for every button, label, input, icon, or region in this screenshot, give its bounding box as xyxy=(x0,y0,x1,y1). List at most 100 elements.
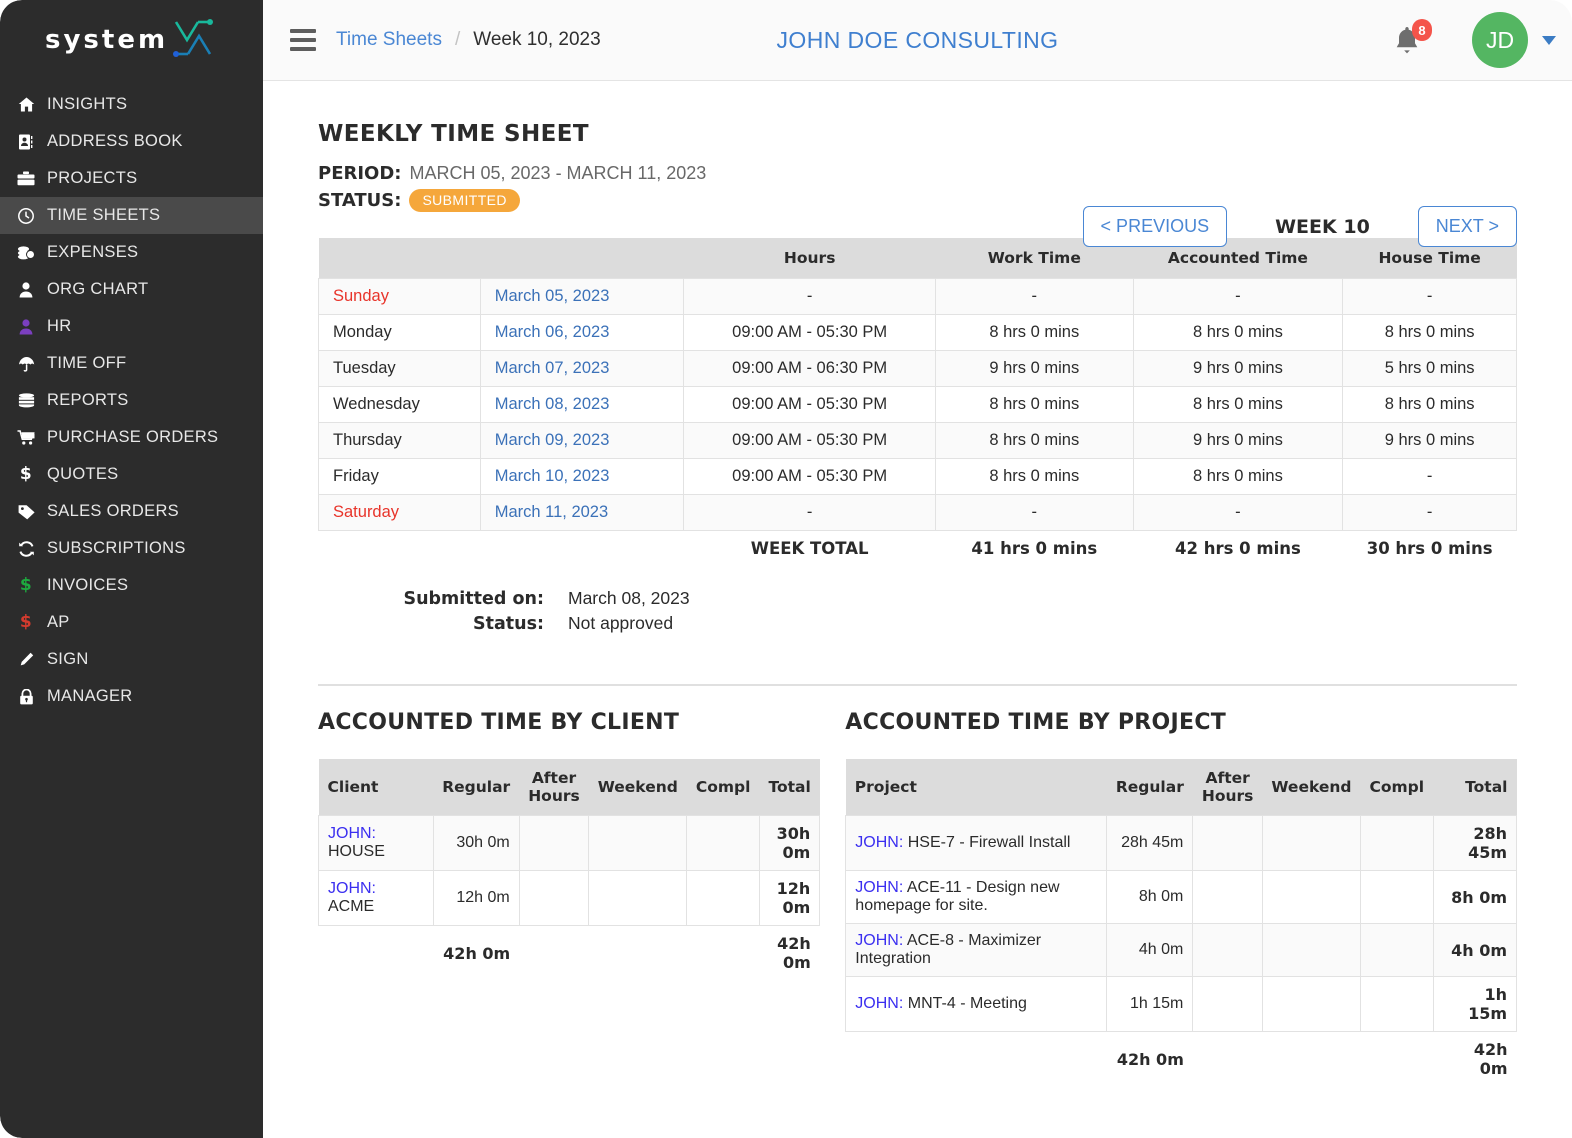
cell-day: Sunday xyxy=(318,278,481,315)
table-row[interactable]: Saturday March 11, 2023 - - - - xyxy=(318,494,1517,531)
cell-day: Thursday xyxy=(318,422,481,459)
table-row[interactable]: JOHN: HOUSE 30h 0m 30h 0m xyxy=(318,815,821,871)
sidebar-item-subscriptions[interactable]: SUBSCRIPTIONS xyxy=(0,530,263,567)
cell-work-time: 8 hrs 0 mins xyxy=(934,386,1134,423)
sidebar-item-projects[interactable]: PROJECTS xyxy=(0,160,263,197)
hamburger-icon[interactable] xyxy=(290,29,316,51)
cell-date-link[interactable]: March 11, 2023 xyxy=(479,494,685,531)
table-row[interactable]: Sunday March 05, 2023 - - - - xyxy=(318,278,1517,315)
breadcrumb-link-time-sheets[interactable]: Time Sheets xyxy=(336,29,442,51)
sidebar-item-reports[interactable]: REPORTS xyxy=(0,382,263,419)
sidebar-item-time-off[interactable]: TIME OFF xyxy=(0,345,263,382)
cell-accounted-time: 9 hrs 0 mins xyxy=(1132,422,1344,459)
sidebar-item-expenses[interactable]: EXPENSES xyxy=(0,234,263,271)
main-content: WEEKLY TIME SHEET PERIOD: MARCH 05, 2023… xyxy=(263,81,1572,1138)
cell-work-time: 9 hrs 0 mins xyxy=(934,350,1134,387)
period-label: PERIOD: xyxy=(318,163,402,184)
cell-date-link[interactable]: March 05, 2023 xyxy=(479,278,685,315)
notifications-button[interactable]: 8 xyxy=(1386,17,1432,63)
top-bar-right: 8 JD xyxy=(1386,12,1572,68)
previous-week-button[interactable]: < PREVIOUS xyxy=(1082,206,1228,247)
totals-total: 42h 0m xyxy=(759,925,820,980)
logo-wordmark: system xyxy=(45,25,169,55)
cell-work-time: 8 hrs 0 mins xyxy=(934,422,1134,459)
cell-date-link[interactable]: March 06, 2023 xyxy=(479,314,685,351)
sidebar-item-sign[interactable]: SIGN xyxy=(0,641,263,678)
cell-house-time: - xyxy=(1342,278,1517,315)
totals-regular: 42h 0m xyxy=(433,925,520,980)
cell-after-hours xyxy=(1192,976,1263,1032)
system-x-logo-icon xyxy=(170,16,216,65)
cell-compl xyxy=(686,870,760,926)
sidebar-item-label: SALES ORDERS xyxy=(47,502,179,520)
cell-hours: 09:00 AM - 06:30 PM xyxy=(683,350,936,387)
week-total-work: 41 hrs 0 mins xyxy=(935,530,1134,566)
pencil-icon xyxy=(14,652,38,668)
period-row: PERIOD: MARCH 05, 2023 - MARCH 11, 2023 xyxy=(318,163,1517,184)
col-total: Total xyxy=(759,759,820,816)
cell-house-time: 8 hrs 0 mins xyxy=(1342,314,1517,351)
table-row[interactable]: Tuesday March 07, 2023 09:00 AM - 06:30 … xyxy=(318,350,1517,387)
cell-hours: - xyxy=(683,494,936,531)
sidebar-item-insights[interactable]: INSIGHTS xyxy=(0,86,263,123)
user-purple-icon xyxy=(14,318,38,335)
table-row[interactable]: Wednesday March 08, 2023 09:00 AM - 05:3… xyxy=(318,386,1517,423)
col-hours: Hours xyxy=(683,238,936,279)
cell-date-link[interactable]: March 07, 2023 xyxy=(479,350,685,387)
sidebar-item-sales-orders[interactable]: SALES ORDERS xyxy=(0,493,263,530)
sidebar-item-invoices[interactable]: $ INVOICES xyxy=(0,567,263,604)
clock-icon xyxy=(14,207,38,224)
cell-after-hours xyxy=(518,815,590,871)
sidebar-item-label: HR xyxy=(47,317,72,335)
cell-regular: 12h 0m xyxy=(432,870,520,926)
app-logo[interactable]: system xyxy=(0,0,263,80)
table-row[interactable]: JOHN: ACE-8 - Maximizer Integration 4h 0… xyxy=(845,923,1518,977)
next-week-button[interactable]: NEXT > xyxy=(1417,206,1517,247)
sidebar-item-purchase-orders[interactable]: PURCHASE ORDERS xyxy=(0,419,263,456)
sidebar-item-label: REPORTS xyxy=(47,391,129,409)
cell-hours: 09:00 AM - 05:30 PM xyxy=(683,314,936,351)
cell-accounted-time: 8 hrs 0 mins xyxy=(1132,386,1344,423)
cell-regular: 4h 0m xyxy=(1106,923,1194,977)
accounted-time-by-client: ACCOUNTED TIME BY CLIENT Client Regular … xyxy=(318,710,821,1086)
cell-project: JOHN: MNT-4 - Meeting xyxy=(845,976,1108,1032)
cell-date-link[interactable]: March 08, 2023 xyxy=(479,386,685,423)
sidebar-item-time-sheets[interactable]: TIME SHEETS xyxy=(0,197,263,234)
cell-date-link[interactable]: March 09, 2023 xyxy=(479,422,685,459)
cell-accounted-time: 8 hrs 0 mins xyxy=(1132,458,1344,495)
chevron-down-icon[interactable] xyxy=(1542,35,1556,45)
submitted-on-label: Submitted on: xyxy=(403,588,544,609)
breadcrumb-current: Week 10, 2023 xyxy=(473,29,601,50)
sidebar-item-label: EXPENSES xyxy=(47,243,139,261)
col-regular: Regular xyxy=(1106,759,1193,816)
sidebar-item-quotes[interactable]: $ QUOTES xyxy=(0,456,263,493)
cell-project: JOHN: ACE-8 - Maximizer Integration xyxy=(845,923,1108,977)
table-row[interactable]: JOHN: MNT-4 - Meeting 1h 15m 1h 15m xyxy=(845,976,1518,1032)
sidebar-item-hr[interactable]: HR xyxy=(0,308,263,345)
sidebar-item-org-chart[interactable]: ORG CHART xyxy=(0,271,263,308)
database-icon xyxy=(14,393,38,408)
timesheet-table-body: Sunday March 05, 2023 - - - - Monday Mar… xyxy=(318,278,1517,566)
totals-weekend xyxy=(1262,1031,1361,1086)
table-row[interactable]: JOHN: HSE-7 - Firewall Install 28h 45m 2… xyxy=(845,815,1518,871)
table-row[interactable]: JOHN: ACME 12h 0m 12h 0m xyxy=(318,870,821,926)
cell-date-link[interactable]: March 10, 2023 xyxy=(479,458,685,495)
sidebar-item-manager[interactable]: MANAGER xyxy=(0,678,263,715)
dollar-green-icon: $ xyxy=(19,575,33,595)
table-row[interactable]: Friday March 10, 2023 09:00 AM - 05:30 P… xyxy=(318,458,1517,495)
sidebar-item-ap[interactable]: $ AP xyxy=(0,604,263,641)
cell-total: 28h 45m xyxy=(1432,815,1518,871)
col-weekend: Weekend xyxy=(588,759,687,816)
week-navigation: < PREVIOUS WEEK 10 NEXT > xyxy=(1082,206,1517,247)
col-weekend: Weekend xyxy=(1262,759,1361,816)
address-book-icon xyxy=(14,134,38,150)
cell-client: JOHN: HOUSE xyxy=(318,815,434,871)
cell-after-hours xyxy=(1192,815,1263,871)
sidebar-item-address-book[interactable]: ADDRESS BOOK xyxy=(0,123,263,160)
table-row[interactable]: Monday March 06, 2023 09:00 AM - 05:30 P… xyxy=(318,314,1517,351)
avatar[interactable]: JD xyxy=(1472,12,1528,68)
briefcase-icon xyxy=(14,171,38,186)
cell-work-time: - xyxy=(934,278,1134,315)
table-row[interactable]: JOHN: ACE-11 - Design new homepage for s… xyxy=(845,870,1518,924)
table-row[interactable]: Thursday March 09, 2023 09:00 AM - 05:30… xyxy=(318,422,1517,459)
